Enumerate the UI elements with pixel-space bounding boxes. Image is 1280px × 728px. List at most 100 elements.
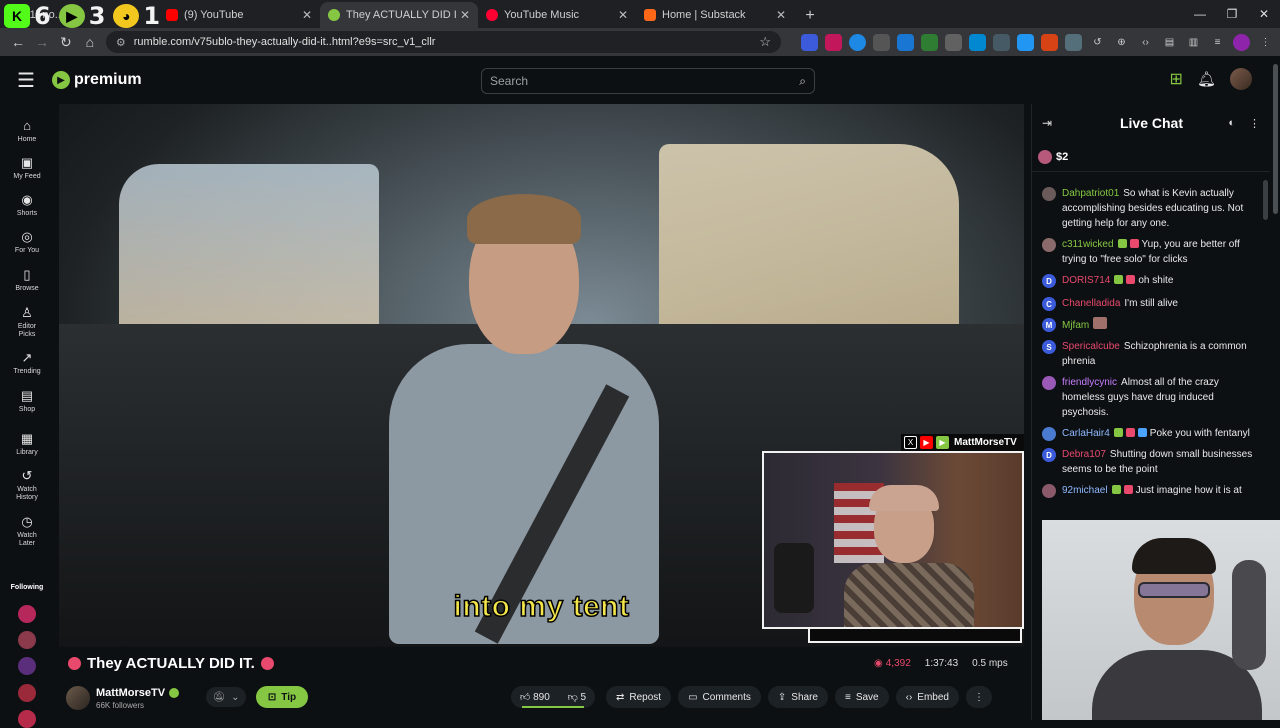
tip-button[interactable]: ⊡ Tip [256, 686, 308, 708]
chat-username[interactable]: Spericalcube [1062, 341, 1120, 352]
close-tab-icon[interactable]: ✕ [618, 8, 628, 22]
chat-avatar[interactable]: D [1042, 448, 1056, 462]
chat-username[interactable]: Debra107 [1062, 449, 1106, 460]
followed-channel-avatar[interactable] [18, 710, 36, 728]
sidebar-item-library[interactable]: ▦ Library [0, 431, 54, 457]
tab-youtube[interactable]: (9) YouTube ✕ [158, 2, 320, 28]
address-bar[interactable]: ⚙ rumble.com/v75ublo-they-actually-did-i… [105, 31, 781, 53]
upload-video-icon[interactable]: ⊞ [1170, 69, 1183, 89]
sidebar-item-my-feed[interactable]: ▣ My Feed [0, 155, 54, 181]
sidebar-item-trending[interactable]: ↗ Trending [0, 350, 54, 376]
new-tab-button[interactable]: + [798, 4, 822, 28]
sidebar-item-shop[interactable]: ▤ Shop [0, 388, 54, 414]
page-scrollbar-thumb[interactable] [1273, 64, 1278, 214]
reading-list-icon[interactable]: ▤ [1161, 34, 1178, 51]
site-info-icon[interactable]: ⚙ [116, 36, 126, 49]
followed-channel-avatar[interactable] [18, 657, 36, 675]
tab-youtube-music[interactable]: YouTube Music ✕ [478, 2, 636, 28]
extension-icon[interactable] [921, 33, 938, 51]
extension-icon[interactable] [1041, 33, 1058, 51]
chat-avatar[interactable] [1042, 238, 1056, 252]
browser-menu-icon[interactable]: ⋮ [1257, 34, 1274, 51]
sidebar-item-watch-later[interactable]: ◷ Watch Later [0, 514, 54, 548]
video-player[interactable]: into my tent X ▶ ▶ MattMorseTV [59, 104, 1024, 647]
sidebar-item-for-you[interactable]: ◎ For You [0, 229, 54, 255]
chat-avatar[interactable] [1042, 427, 1056, 441]
search-icon[interactable]: ⌕ [799, 74, 806, 89]
close-tab-icon[interactable]: ✕ [776, 8, 786, 22]
extension-icon[interactable] [945, 33, 962, 51]
share-button[interactable]: ⇪ Share [767, 686, 828, 708]
close-window-icon[interactable]: ✕ [1248, 0, 1280, 28]
hamburger-menu-icon[interactable]: ☰ [0, 56, 52, 104]
rant-user-avatar[interactable] [1038, 149, 1052, 164]
repost-button[interactable]: ⇄ Repost [606, 686, 672, 708]
embed-button[interactable]: ‹› Embed [895, 686, 959, 708]
tab-rumble-video[interactable]: They ACTUALLY DID IT. ✕ [320, 2, 478, 28]
chat-username[interactable]: DORIS714 [1062, 275, 1110, 286]
chat-avatar[interactable] [1042, 376, 1056, 390]
chat-mode-toggle-icon[interactable]: ◐ [1228, 117, 1235, 130]
chat-avatar[interactable]: S [1042, 340, 1056, 354]
extension-icon[interactable] [897, 33, 914, 51]
sidebar-item-home[interactable]: ⌂ Home [0, 118, 54, 144]
extension-icon[interactable] [993, 33, 1010, 51]
extension-icon[interactable] [1017, 33, 1034, 51]
media-controls-icon[interactable]: ≡ [1209, 34, 1226, 51]
devtools-icon[interactable]: ‹› [1137, 34, 1154, 51]
notifications-toggle[interactable]: 🔕︎ ⌄ [206, 687, 246, 707]
chat-avatar[interactable]: D [1042, 274, 1056, 288]
extension-icon[interactable] [873, 33, 890, 51]
tab-search-icon[interactable]: ⊕ [1113, 34, 1130, 51]
channel-avatar[interactable] [66, 686, 90, 710]
close-tab-icon[interactable]: ✕ [302, 8, 312, 22]
back-icon[interactable]: ← [6, 30, 30, 54]
chat-username[interactable]: friendlycynic [1062, 377, 1117, 388]
close-tab-icon[interactable]: ✕ [460, 8, 470, 22]
chat-username[interactable]: Mjfam [1062, 320, 1089, 331]
sidebar-item-browse[interactable]: ▯ Browse [0, 267, 54, 293]
more-options-button[interactable]: ⋮ [965, 686, 992, 708]
extension-icon[interactable] [801, 33, 818, 51]
notifications-bell-icon[interactable]: 🔔︎ [1197, 70, 1216, 88]
chat-username[interactable]: 92michael [1062, 485, 1108, 496]
chat-avatar[interactable]: C [1042, 297, 1056, 311]
bookmark-star-icon[interactable]: ☆ [759, 34, 771, 50]
user-avatar[interactable] [1230, 68, 1252, 90]
profile-avatar[interactable] [1233, 33, 1250, 51]
sidebar-item-watch-history[interactable]: ↺ Watch History [0, 468, 54, 502]
like-button[interactable]: 👍︎ 890 [520, 691, 550, 703]
sidebar-item-shorts[interactable]: ◉ Shorts [0, 192, 54, 218]
rumble-premium-logo[interactable]: ▶ premium [52, 71, 142, 89]
home-icon[interactable]: ⌂ [78, 30, 102, 54]
maximize-icon[interactable]: ❐ [1216, 0, 1248, 28]
save-button[interactable]: ≡ Save [834, 686, 889, 708]
dislike-button[interactable]: 👎︎ 5 [568, 691, 587, 703]
side-panel-icon[interactable]: ▥ [1185, 34, 1202, 51]
followed-channel-avatar[interactable] [18, 684, 36, 702]
comments-button[interactable]: ▭ Comments [678, 686, 761, 708]
extension-icon[interactable] [969, 33, 986, 51]
history-icon[interactable]: ↺ [1089, 34, 1106, 51]
minimize-icon[interactable]: — [1184, 0, 1216, 28]
sidebar-item-editor-picks[interactable]: ♙ Editor Picks [0, 305, 54, 339]
followed-channel-avatar[interactable] [18, 605, 36, 623]
rant-amount[interactable]: $2 [1056, 151, 1068, 163]
chat-username[interactable]: c311wicked [1062, 239, 1114, 250]
chat-avatar[interactable]: M [1042, 318, 1056, 332]
channel-name[interactable]: MattMorseTV [96, 687, 165, 699]
extension-icon[interactable] [849, 33, 866, 51]
chat-username[interactable]: Dahpatriot01 [1062, 188, 1119, 199]
followed-channel-avatar[interactable] [18, 631, 36, 649]
reload-icon[interactable]: ↻ [54, 30, 78, 54]
chat-username[interactable]: CarlaHair4 [1062, 428, 1110, 439]
channel-info[interactable]: MattMorseTV 66K followers [66, 686, 180, 710]
chat-avatar[interactable] [1042, 484, 1056, 498]
forward-icon[interactable]: → [30, 30, 54, 54]
extensions-puzzle-icon[interactable] [1065, 33, 1082, 51]
chat-avatar[interactable] [1042, 187, 1056, 201]
search-input[interactable] [490, 74, 800, 88]
chat-options-icon[interactable]: ⋮ [1249, 117, 1260, 130]
tab-substack[interactable]: Home | Substack ✕ [636, 2, 794, 28]
extension-icon[interactable] [825, 33, 842, 51]
